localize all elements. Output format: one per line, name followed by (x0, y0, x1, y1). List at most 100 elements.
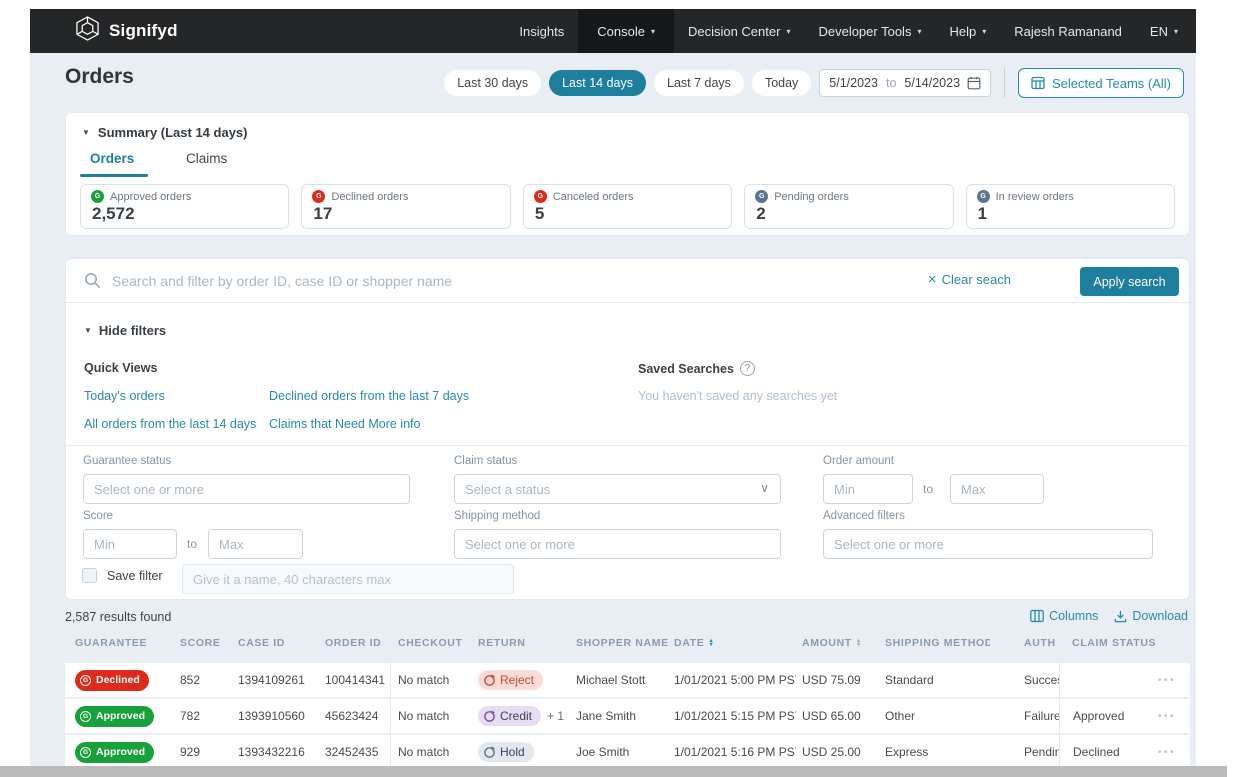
range-pill-last-7-days[interactable]: Last 7 days (654, 70, 744, 96)
nav-item-decision-center[interactable]: Decision Center ▾ (674, 9, 805, 53)
column-header-label: RETURN (478, 637, 526, 649)
tab-orders[interactable]: Orders (90, 151, 134, 166)
table-row[interactable]: GDeclined8521394109261100414341No matchM… (65, 663, 1190, 697)
hide-filters-label: Hide filters (99, 323, 166, 338)
table-row[interactable]: GApproved929139343221632452435No matchJo… (65, 735, 1190, 769)
return-arrow-icon (483, 746, 496, 759)
column-header-date[interactable]: DATE▲▼ (674, 631, 796, 655)
nav-item-console[interactable]: Console▾ (578, 9, 674, 53)
table-row[interactable]: GApproved782139391056045623424No matchJa… (65, 699, 1190, 733)
guarantee-status-icon: G (755, 190, 768, 203)
cell-order-id: 45623424 (325, 699, 391, 733)
cell-date: 1/01/2021 5:15 PM PST (674, 699, 796, 733)
save-filter-name-input[interactable] (182, 564, 514, 594)
cell-case-id: 1394109261 (238, 663, 318, 697)
order-amount-min-input[interactable] (823, 474, 913, 504)
stat-card-value: 2,572 (92, 204, 278, 224)
range-pill-last-14-days[interactable]: Last 14 days (549, 70, 646, 96)
cell-return: Reject (478, 663, 574, 697)
return-extra-count: + 1 (547, 709, 564, 723)
selected-teams-button[interactable]: Selected Teams (All) (1018, 68, 1184, 98)
nav-item-insights[interactable]: Insights (505, 9, 578, 53)
stat-card-top: GDeclined orders (312, 190, 499, 203)
search-icon (84, 272, 101, 294)
search-filter-panel: × Clear seach Apply search ▼ Hide filter… (65, 258, 1190, 600)
shipping-method-input[interactable] (454, 529, 781, 559)
saved-searches-label: Saved Searches (638, 362, 734, 376)
date-range-picker[interactable]: 5/1/2023 to 5/14/2023 (819, 69, 991, 97)
download-button[interactable]: Download (1114, 609, 1188, 623)
cell-claim-status: ••• (1059, 663, 1190, 697)
tab-claims[interactable]: Claims (186, 151, 227, 166)
cell-claim-status: Declined••• (1059, 735, 1190, 769)
quick-view-link-today-s-orders[interactable]: Today's orders (84, 389, 165, 403)
table-actions: Columns Download (1030, 609, 1188, 623)
sort-icon[interactable]: ▲▼ (856, 639, 862, 648)
horizontal-scrollbar[interactable] (0, 766, 1227, 777)
brand-name: Signifyd (109, 21, 178, 41)
summary-panel: ▼ Summary (Last 14 days) Orders Claims G… (65, 112, 1190, 236)
orders-table: GUARANTEESCORECASE IDORDER IDCHECKOUTRET… (65, 631, 1190, 777)
chevron-down-icon: ▾ (786, 27, 790, 36)
apply-search-button[interactable]: Apply search (1080, 267, 1179, 296)
cell-auth-status: Pending (1024, 735, 1059, 769)
range-pill-last-30-days[interactable]: Last 30 days (444, 70, 541, 96)
guarantee-badge-label: Declined (96, 674, 140, 686)
collapse-triangle-icon: ▼ (84, 326, 92, 335)
range-pill-today[interactable]: Today (752, 70, 811, 96)
nav-item-developer-tools[interactable]: Developer Tools▾ (804, 9, 935, 53)
save-filter-checkbox[interactable] (82, 568, 97, 583)
column-header-amount[interactable]: AMOUNT▲▼ (802, 631, 880, 655)
nav-item-rajesh-ramanand[interactable]: Rajesh Ramanand (1000, 9, 1136, 53)
column-header-label: SCORE (180, 637, 221, 649)
cell-shopper-name: Michael Stott (576, 663, 668, 697)
nav-item-label: Decision Center (688, 24, 781, 39)
stat-card-value: 17 (313, 204, 499, 224)
cell-score: 782 (180, 699, 232, 733)
nav-item-en[interactable]: EN▾ (1136, 9, 1196, 53)
guarantee-status-input[interactable] (83, 474, 410, 504)
cell-shipping-method: Standard (885, 663, 990, 697)
close-icon: × (928, 273, 937, 286)
advanced-filters-input[interactable] (823, 529, 1153, 559)
columns-button[interactable]: Columns (1030, 609, 1098, 623)
cell-amount: USD 75.09 (802, 663, 880, 697)
return-pill-hold: Hold (478, 742, 534, 762)
return-pill-label: Hold (500, 745, 525, 759)
selected-teams-label: Selected Teams (All) (1052, 76, 1171, 91)
return-pill-label: Credit (500, 709, 532, 723)
claim-status-select[interactable]: ∨ (454, 474, 781, 504)
clear-search-button[interactable]: × Clear seach (928, 272, 1011, 287)
help-circle-icon[interactable]: ? (740, 361, 755, 376)
order-amount-max-input[interactable] (950, 474, 1044, 504)
nav-item-label: Rajesh Ramanand (1014, 24, 1122, 39)
quick-view-link-claims-that-need-more-info[interactable]: Claims that Need More info (269, 417, 420, 431)
quick-view-link-all-orders-from-the-last-14-days[interactable]: All orders from the last 14 days (84, 417, 256, 431)
guarantee-badge-label: Approved (96, 746, 145, 758)
guarantee-badge: GDeclined (75, 670, 149, 691)
summary-collapse-toggle[interactable]: ▼ Summary (Last 14 days) (82, 125, 248, 140)
stat-card-label: Declined orders (331, 191, 408, 203)
hide-filters-toggle[interactable]: ▼ Hide filters (84, 323, 166, 338)
cell-guarantee: GDeclined (75, 663, 175, 697)
cell-case-id: 1393432216 (238, 735, 318, 769)
signifyd-logo[interactable]: Signifyd (75, 16, 178, 46)
stat-card-canceled-orders: GCanceled orders5 (523, 184, 732, 229)
clear-search-label: Clear seach (942, 272, 1011, 287)
date-to-value[interactable]: 5/14/2023 (904, 76, 960, 90)
nav-item-help[interactable]: Help▾ (935, 9, 1000, 53)
score-max-input[interactable] (208, 529, 303, 559)
score-min-input[interactable] (83, 529, 177, 559)
date-from-value[interactable]: 5/1/2023 (829, 76, 878, 90)
search-input[interactable] (110, 266, 730, 296)
row-actions-menu-icon[interactable]: ••• (1158, 675, 1176, 686)
saved-searches-empty-text: You haven't saved any searches yet (638, 389, 837, 403)
row-actions-menu-icon[interactable]: ••• (1158, 747, 1176, 758)
guarantee-g-icon: G (80, 747, 91, 758)
quick-view-link-declined-orders-from-the-last-7-days[interactable]: Declined orders from the last 7 days (269, 389, 469, 403)
row-actions-menu-icon[interactable]: ••• (1158, 711, 1176, 722)
claim-status-input[interactable] (454, 474, 781, 504)
download-icon (1114, 610, 1127, 623)
sort-icon[interactable]: ▲▼ (708, 639, 714, 648)
stat-card-label: Canceled orders (553, 191, 634, 203)
